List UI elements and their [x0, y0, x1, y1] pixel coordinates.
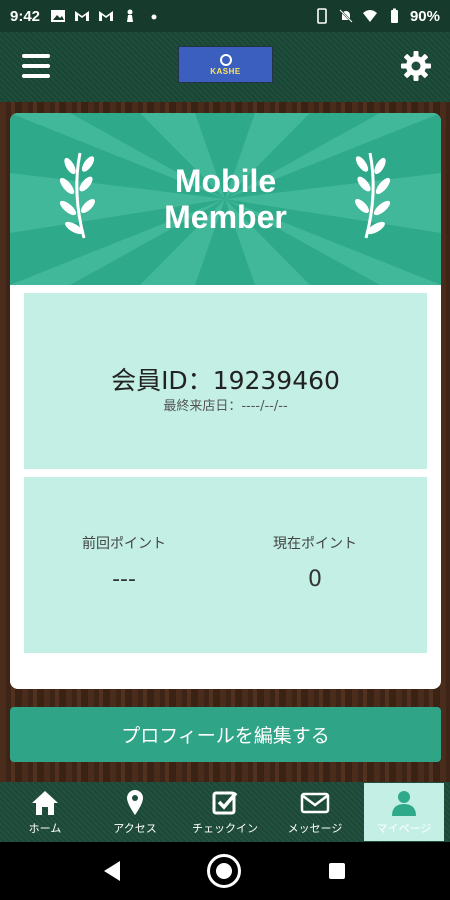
device-sync-icon — [317, 8, 327, 24]
member-id: 会員ID：19239460 — [24, 361, 427, 397]
previous-points-label: 前回ポイント — [82, 536, 166, 552]
shop-logo[interactable]: KASHE — [178, 46, 273, 83]
bottom-tab-bar: ホーム アクセス チェックイン メッセージ マイページ — [0, 782, 450, 842]
banner-title-line1: Mobile — [174, 163, 277, 199]
member-card: Mobile Member 会員ID：19239460 最終来店日：----/-… — [10, 113, 441, 689]
image-icon — [51, 10, 66, 22]
home-icon — [32, 790, 58, 815]
status-time: 9:42 — [10, 7, 41, 25]
dot-icon — [151, 14, 157, 20]
home-button-icon[interactable] — [207, 854, 241, 888]
previous-points: 前回ポイント --- — [24, 533, 224, 592]
banner-title-line2: Member — [164, 199, 287, 235]
gmail-icon — [75, 11, 90, 21]
member-id-label: 会員ID： — [111, 366, 213, 395]
edit-profile-button[interactable]: プロフィールを編集する — [10, 707, 441, 762]
system-navigation-bar — [0, 842, 450, 900]
points-panel: 前回ポイント --- 現在ポイント 0 — [24, 477, 427, 653]
status-bar: 9:42 90% — [0, 0, 450, 32]
tab-home[interactable]: ホーム — [0, 782, 90, 842]
member-id-value: 19239460 — [212, 366, 340, 395]
bell-off-icon — [339, 9, 353, 23]
member-banner: Mobile Member — [10, 113, 441, 285]
battery-icon — [390, 8, 398, 23]
chess-piece-icon — [127, 9, 134, 22]
tab-message-label: メッセージ — [287, 821, 343, 835]
gmail-icon — [99, 11, 114, 21]
tab-access-label: アクセス — [113, 821, 157, 835]
user-icon — [392, 790, 416, 816]
tab-mypage-label: マイページ — [376, 821, 432, 835]
tab-mypage[interactable]: マイページ — [364, 783, 444, 841]
current-points: 現在ポイント 0 — [215, 533, 415, 592]
previous-points-value: --- — [112, 567, 136, 592]
current-points-label: 現在ポイント — [273, 536, 357, 552]
logo-mark-icon — [219, 53, 232, 66]
map-pin-icon — [127, 789, 143, 815]
tab-checkin-label: チェックイン — [192, 821, 258, 835]
tab-home-label: ホーム — [28, 821, 62, 835]
tab-message[interactable]: メッセージ — [270, 782, 360, 842]
logo-text: KASHE — [210, 66, 241, 76]
wifi-icon — [362, 10, 377, 22]
member-id-panel: 会員ID：19239460 最終来店日：----/--/-- — [24, 293, 427, 469]
app-header: KASHE — [0, 32, 450, 102]
checkbox-icon — [212, 791, 238, 814]
gear-icon[interactable] — [400, 50, 432, 82]
mail-icon — [300, 792, 330, 813]
notification-icons — [50, 8, 162, 24]
battery-percent: 90% — [409, 7, 440, 25]
tab-access[interactable]: アクセス — [90, 782, 180, 842]
tab-checkin[interactable]: チェックイン — [180, 782, 270, 842]
back-icon[interactable] — [102, 860, 122, 882]
recent-apps-icon[interactable] — [329, 863, 345, 879]
current-points-value: 0 — [308, 567, 322, 592]
last-visit-date: 最終来店日：----/--/-- — [163, 399, 288, 414]
menu-icon[interactable] — [22, 54, 50, 78]
banner-title: Mobile Member — [10, 163, 441, 235]
